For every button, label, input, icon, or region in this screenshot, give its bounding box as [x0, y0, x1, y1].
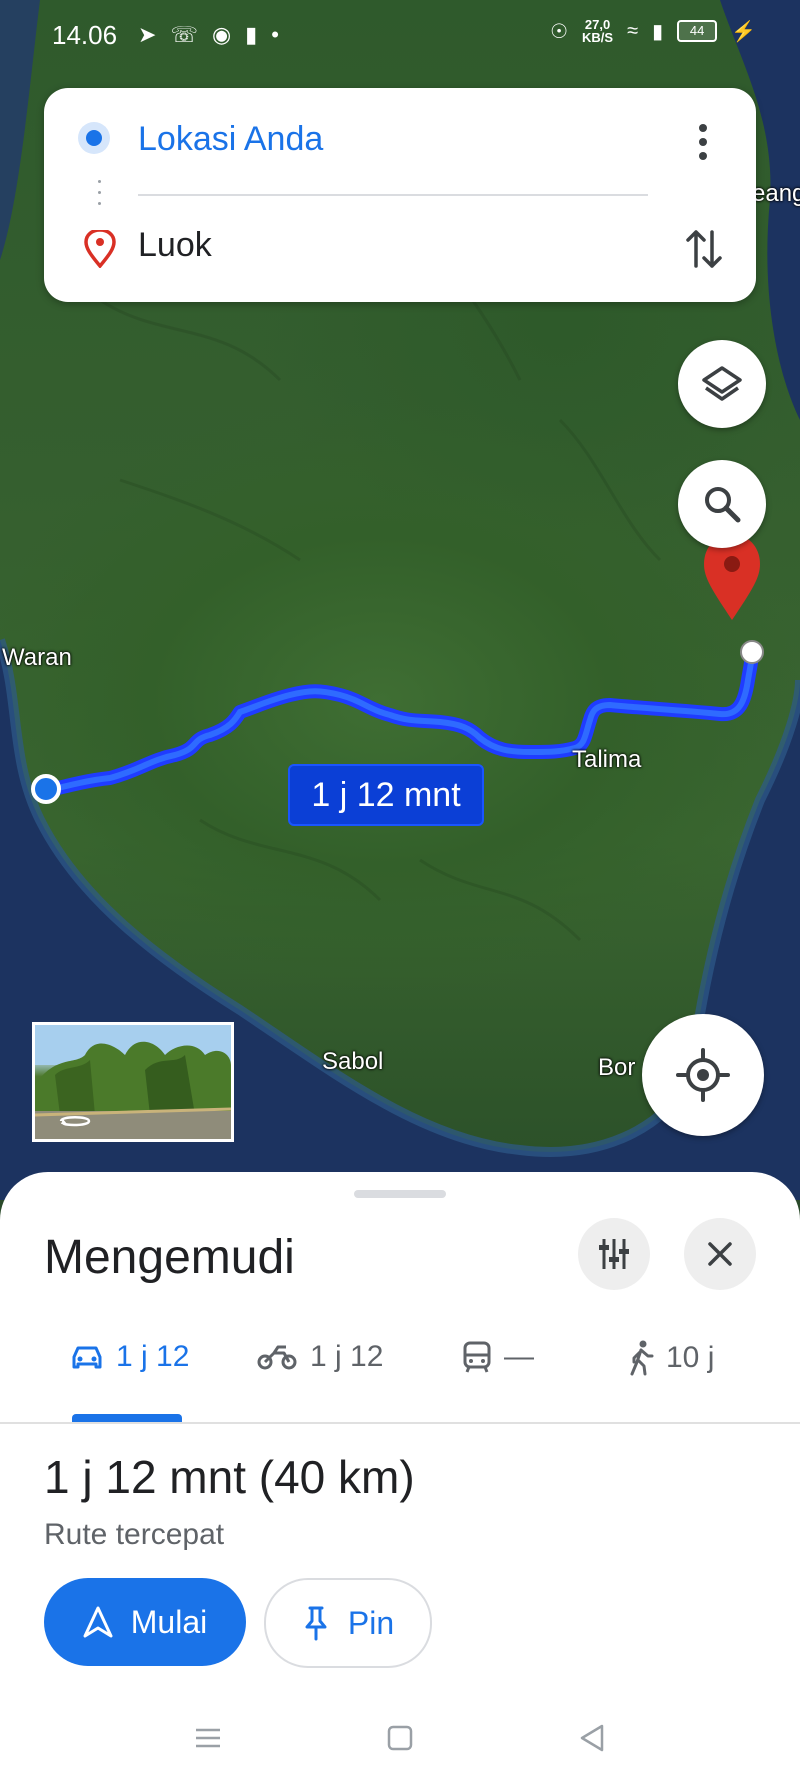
system-icons: ☉ 27,0 KB/S ≈ ▮ 44 ⚡	[550, 18, 756, 44]
shopping-bag-icon: ▮	[245, 22, 258, 47]
origin-dot-icon	[86, 130, 102, 146]
route-options-button[interactable]	[578, 1218, 650, 1290]
charging-icon: ⚡	[731, 20, 756, 43]
destination-field[interactable]: Luok	[138, 226, 212, 265]
walk-icon	[630, 1340, 654, 1376]
telegram-icon: ➤	[138, 22, 157, 47]
layers-button[interactable]	[678, 340, 766, 428]
back-nav-icon[interactable]	[576, 1722, 608, 1754]
pin-label: Pin	[347, 1604, 395, 1641]
map-label-sabol: Sabol	[322, 1048, 384, 1075]
navigation-arrow-icon	[83, 1606, 113, 1638]
start-navigation-button[interactable]: Mulai	[44, 1578, 246, 1666]
mode-tab-motorcycle-label: 1 j 12	[310, 1340, 384, 1373]
pin-button[interactable]: Pin	[264, 1578, 432, 1668]
start-label: Mulai	[130, 1603, 208, 1640]
tabs-divider	[0, 1422, 800, 1424]
close-button[interactable]	[684, 1218, 756, 1290]
line-icon: ◉	[211, 22, 232, 47]
search-along-route-button[interactable]	[678, 460, 766, 548]
mode-tab-drive-label: 1 j 12	[116, 1340, 190, 1373]
mode-tab-walk-label: 10 j	[666, 1341, 715, 1374]
more-notifications-dot-icon: •	[271, 22, 279, 47]
transit-icon	[463, 1341, 491, 1373]
map-label-bor: Bor	[598, 1054, 636, 1081]
mode-tab-transit[interactable]: —	[462, 1340, 534, 1374]
search-icon	[705, 487, 741, 523]
sheet-title: Mengemudi	[44, 1231, 295, 1284]
status-time: 14.06	[52, 20, 118, 50]
mode-tab-walk[interactable]: 10 j	[628, 1340, 714, 1376]
my-location-icon	[676, 1048, 730, 1102]
battery-indicator: 44	[677, 20, 718, 42]
location-icon: ☉	[550, 20, 569, 43]
route-duration-chip[interactable]: 1 j 12 mnt	[288, 764, 484, 826]
destination-dot	[740, 640, 764, 664]
mode-tab-transit-label: —	[504, 1340, 534, 1373]
pin-icon	[305, 1606, 327, 1641]
menu-nav-icon[interactable]	[192, 1722, 224, 1754]
route-subtitle: Rute tercepat	[44, 1518, 225, 1551]
my-location-button[interactable]	[642, 1014, 764, 1136]
tune-icon	[599, 1239, 629, 1269]
signal-icon: ▮	[652, 20, 664, 43]
map-label-talima: Talima	[572, 746, 642, 773]
map-label-eang: eang	[752, 180, 800, 207]
motorcycle-icon	[257, 1345, 297, 1370]
system-nav-bar	[0, 1712, 800, 1778]
network-speed-unit: KB/S	[582, 30, 614, 45]
map-label-waran: Waran	[2, 644, 72, 671]
home-nav-icon[interactable]	[384, 1722, 416, 1754]
swap-directions-icon[interactable]	[684, 226, 724, 272]
mode-tab-motorcycle[interactable]: 1 j 12	[256, 1340, 383, 1374]
more-options-icon[interactable]	[694, 122, 712, 162]
origin-marker	[31, 774, 61, 804]
active-tab-indicator	[72, 1414, 182, 1422]
directions-bottom-sheet: Mengemudi 1 j 12 1 j 12 — 10 j 1 j 12 mn…	[0, 1172, 800, 1778]
close-icon	[708, 1242, 732, 1266]
route-summary: 1 j 12 mnt (40 km)	[44, 1451, 415, 1503]
sheet-drag-handle[interactable]	[354, 1190, 446, 1198]
network-speed: 27,0 KB/S	[582, 18, 613, 44]
car-icon	[72, 1346, 102, 1369]
layers-icon	[702, 366, 742, 401]
street-view-thumbnail[interactable]	[32, 1022, 234, 1142]
destination-marker-icon	[84, 230, 116, 268]
mode-tab-drive[interactable]: 1 j 12	[70, 1340, 189, 1374]
route-connector-dots	[98, 180, 102, 210]
status-bar: 14.06 ➤ ☏ ◉ ▮ • ☉ 27,0 KB/S ≈ ▮ 44 ⚡	[0, 0, 800, 70]
route-card-divider	[138, 194, 648, 196]
whatsapp-icon: ☏	[170, 22, 198, 47]
rotate-360-icon	[59, 1116, 91, 1127]
notification-icons: ➤ ☏ ◉ ▮ •	[138, 22, 279, 48]
origin-field[interactable]: Lokasi Anda	[138, 120, 323, 159]
wifi-icon: ≈	[627, 19, 639, 42]
